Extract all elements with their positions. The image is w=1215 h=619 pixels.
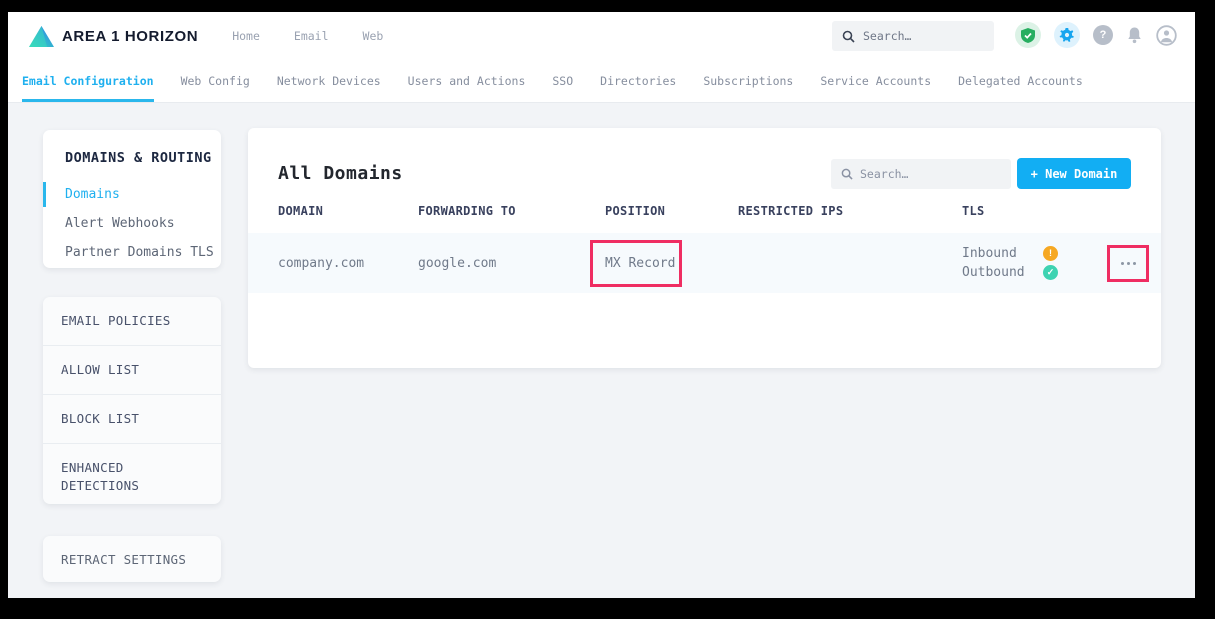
cell-restricted-ips xyxy=(738,233,962,293)
cell-domain: company.com xyxy=(278,233,418,293)
shield-check-icon[interactable] xyxy=(1015,22,1041,48)
top-header: AREA 1 HORIZON Home Email Web xyxy=(8,12,1195,60)
tls-outbound-label: Outbound xyxy=(962,264,1026,281)
settings-tabbar: Email Configuration Web Config Network D… xyxy=(8,60,1195,103)
top-nav: Home Email Web xyxy=(232,29,383,43)
all-domains-panel: All Domains + New Domain DOMAIN FORWARDI… xyxy=(248,128,1161,368)
nav-email[interactable]: Email xyxy=(294,29,329,43)
search-icon xyxy=(842,30,855,43)
gear-icon[interactable] xyxy=(1054,22,1080,48)
page-title: All Domains xyxy=(278,163,831,184)
panel-header: All Domains + New Domain xyxy=(248,128,1161,189)
user-icon[interactable] xyxy=(1156,25,1177,46)
sidebar-retract-settings[interactable]: RETRACT SETTINGS xyxy=(43,536,221,582)
table-row: company.com google.com MX Record Inbound… xyxy=(248,233,1161,293)
app-window: AREA 1 HORIZON Home Email Web xyxy=(8,12,1195,598)
sidebar-section-title: DOMAINS & ROUTING xyxy=(65,150,221,166)
sidebar-policy-sections: EMAIL POLICIES ALLOW LIST BLOCK LIST ENH… xyxy=(43,297,221,504)
col-domain: DOMAIN xyxy=(278,204,418,218)
area1-triangle-icon xyxy=(28,25,55,48)
sidebar-item-alert-webhooks[interactable]: Alert Webhooks xyxy=(65,209,221,238)
header-icons: ? xyxy=(1015,22,1177,48)
sidebar-domains-routing: DOMAINS & ROUTING Domains Alert Webhooks… xyxy=(43,130,221,268)
nav-web[interactable]: Web xyxy=(363,29,384,43)
search-icon xyxy=(841,168,853,180)
sidebar-item-allow-list[interactable]: ALLOW LIST xyxy=(43,346,221,395)
bell-icon[interactable] xyxy=(1126,26,1143,44)
row-actions-button[interactable] xyxy=(1107,245,1149,282)
tab-directories[interactable]: Directories xyxy=(600,60,676,102)
tab-users-and-actions[interactable]: Users and Actions xyxy=(408,60,526,102)
warning-icon: ! xyxy=(1043,246,1058,261)
ellipsis-icon xyxy=(1121,262,1136,265)
logo[interactable]: AREA 1 HORIZON xyxy=(28,25,198,48)
col-tls: TLS xyxy=(962,204,1107,218)
col-forwarding-to: FORWARDING TO xyxy=(418,204,605,218)
col-position: POSITION xyxy=(605,204,738,218)
tab-delegated-accounts[interactable]: Delegated Accounts xyxy=(958,60,1083,102)
sidebar-item-domains[interactable]: Domains xyxy=(65,180,221,209)
col-restricted-ips: RESTRICTED IPS xyxy=(738,204,962,218)
global-search-input[interactable] xyxy=(863,29,973,43)
domains-search[interactable] xyxy=(831,159,1011,189)
tab-web-config[interactable]: Web Config xyxy=(181,60,250,102)
domains-search-input[interactable] xyxy=(860,167,980,181)
logo-text: AREA 1 HORIZON xyxy=(62,28,198,45)
global-search[interactable] xyxy=(832,21,994,51)
sidebar-item-partner-domains-tls[interactable]: Partner Domains TLS xyxy=(65,238,221,267)
sidebar-item-block-list[interactable]: BLOCK LIST xyxy=(43,395,221,444)
cell-tls: Inbound ! Outbound ✓ xyxy=(962,233,1107,293)
tls-inbound: Inbound ! xyxy=(962,245,1058,262)
tab-network-devices[interactable]: Network Devices xyxy=(277,60,381,102)
tab-service-accounts[interactable]: Service Accounts xyxy=(820,60,931,102)
nav-home[interactable]: Home xyxy=(232,29,260,43)
tls-outbound: Outbound ✓ xyxy=(962,264,1058,281)
position-value: MX Record xyxy=(605,256,675,271)
help-icon[interactable]: ? xyxy=(1093,25,1113,45)
sidebar-item-enhanced-detections[interactable]: ENHANCED DETECTIONS xyxy=(43,444,221,504)
check-icon: ✓ xyxy=(1043,265,1058,280)
tab-email-configuration[interactable]: Email Configuration xyxy=(22,60,154,102)
tab-sso[interactable]: SSO xyxy=(552,60,573,102)
sidebar-item-retract-settings: RETRACT SETTINGS xyxy=(61,552,186,567)
cell-position: MX Record xyxy=(605,233,738,293)
table-header: DOMAIN FORWARDING TO POSITION RESTRICTED… xyxy=(248,189,1161,233)
tls-inbound-label: Inbound xyxy=(962,245,1026,262)
sidebar-item-email-policies[interactable]: EMAIL POLICIES xyxy=(43,297,221,346)
new-domain-button[interactable]: + New Domain xyxy=(1017,158,1131,189)
tab-subscriptions[interactable]: Subscriptions xyxy=(703,60,793,102)
cell-forwarding-to: google.com xyxy=(418,233,605,293)
